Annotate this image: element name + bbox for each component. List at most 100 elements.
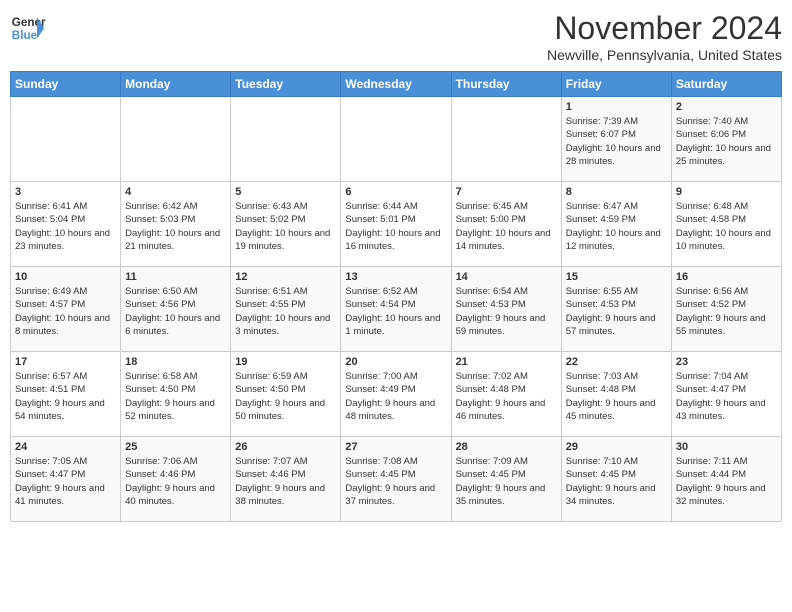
day-info: Sunrise: 7:07 AM Sunset: 4:46 PM Dayligh… (235, 455, 336, 508)
day-number: 1 (566, 101, 667, 113)
day-number: 14 (456, 271, 557, 283)
calendar-week: 1 Sunrise: 7:39 AM Sunset: 6:07 PM Daylig… (11, 97, 782, 182)
month-title: November 2024 (547, 10, 782, 47)
day-info: Sunrise: 7:06 AM Sunset: 4:46 PM Dayligh… (125, 455, 226, 508)
calendar-cell (231, 97, 341, 182)
day-info: Sunrise: 7:04 AM Sunset: 4:47 PM Dayligh… (676, 370, 777, 423)
day-info: Sunrise: 7:02 AM Sunset: 4:48 PM Dayligh… (456, 370, 557, 423)
day-info: Sunrise: 6:59 AM Sunset: 4:50 PM Dayligh… (235, 370, 336, 423)
day-number: 5 (235, 186, 336, 198)
calendar-cell: 10Sunrise: 6:49 AM Sunset: 4:57 PM Dayli… (11, 267, 121, 352)
day-number: 2 (676, 101, 777, 113)
calendar-cell: 24 Sunrise: 7:05 AM Sunset: 4:47 PM Dayli… (11, 437, 121, 522)
calendar-cell: 30 Sunrise: 7:11 AM Sunset: 4:44 PM Dayli… (671, 437, 781, 522)
day-number: 23 (676, 356, 777, 368)
calendar-table: SundayMondayTuesdayWednesdayThursdayFrid… (10, 71, 782, 522)
day-info: Sunrise: 6:57 AM Sunset: 4:51 PM Dayligh… (15, 370, 116, 423)
calendar-cell: 16 Sunrise: 6:56 AM Sunset: 4:52 PM Dayli… (671, 267, 781, 352)
day-info: Sunrise: 7:03 AM Sunset: 4:48 PM Dayligh… (566, 370, 667, 423)
day-number: 22 (566, 356, 667, 368)
calendar-week: 17Sunrise: 6:57 AM Sunset: 4:51 PM Dayli… (11, 352, 782, 437)
day-number: 16 (676, 271, 777, 283)
day-header: Wednesday (341, 72, 451, 97)
calendar-cell (341, 97, 451, 182)
day-number: 13 (345, 271, 446, 283)
day-number: 27 (345, 441, 446, 453)
calendar-cell: 26 Sunrise: 7:07 AM Sunset: 4:46 PM Dayli… (231, 437, 341, 522)
day-info: Sunrise: 7:39 AM Sunset: 6:07 PM Dayligh… (566, 115, 667, 168)
logo-icon: General Blue (10, 10, 46, 46)
day-number: 20 (345, 356, 446, 368)
day-number: 11 (125, 271, 226, 283)
day-info: Sunrise: 6:58 AM Sunset: 4:50 PM Dayligh… (125, 370, 226, 423)
day-number: 9 (676, 186, 777, 198)
day-info: Sunrise: 6:49 AM Sunset: 4:57 PM Dayligh… (15, 285, 116, 338)
day-number: 7 (456, 186, 557, 198)
calendar-cell: 15Sunrise: 6:55 AM Sunset: 4:53 PM Dayli… (561, 267, 671, 352)
calendar-body: 1 Sunrise: 7:39 AM Sunset: 6:07 PM Daylig… (11, 97, 782, 522)
calendar-cell: 23 Sunrise: 7:04 AM Sunset: 4:47 PM Dayli… (671, 352, 781, 437)
calendar-cell: 6 Sunrise: 6:44 AM Sunset: 5:01 PM Daylig… (341, 182, 451, 267)
day-number: 30 (676, 441, 777, 453)
day-info: Sunrise: 6:47 AM Sunset: 4:59 PM Dayligh… (566, 200, 667, 253)
day-header: Monday (121, 72, 231, 97)
day-number: 4 (125, 186, 226, 198)
day-number: 21 (456, 356, 557, 368)
day-info: Sunrise: 7:00 AM Sunset: 4:49 PM Dayligh… (345, 370, 446, 423)
calendar-cell: 22 Sunrise: 7:03 AM Sunset: 4:48 PM Dayli… (561, 352, 671, 437)
day-number: 18 (125, 356, 226, 368)
calendar-cell: 21 Sunrise: 7:02 AM Sunset: 4:48 PM Dayli… (451, 352, 561, 437)
calendar-cell: 12 Sunrise: 6:51 AM Sunset: 4:55 PM Dayli… (231, 267, 341, 352)
day-number: 3 (15, 186, 116, 198)
day-info: Sunrise: 7:08 AM Sunset: 4:45 PM Dayligh… (345, 455, 446, 508)
calendar-cell (451, 97, 561, 182)
day-number: 19 (235, 356, 336, 368)
day-info: Sunrise: 6:51 AM Sunset: 4:55 PM Dayligh… (235, 285, 336, 338)
calendar-cell (11, 97, 121, 182)
calendar-cell: 17Sunrise: 6:57 AM Sunset: 4:51 PM Dayli… (11, 352, 121, 437)
calendar-cell: 29Sunrise: 7:10 AM Sunset: 4:45 PM Dayli… (561, 437, 671, 522)
calendar-cell (121, 97, 231, 182)
day-info: Sunrise: 7:40 AM Sunset: 6:06 PM Dayligh… (676, 115, 777, 168)
calendar-cell: 20 Sunrise: 7:00 AM Sunset: 4:49 PM Dayli… (341, 352, 451, 437)
title-block: November 2024 Newville, Pennsylvania, Un… (547, 10, 782, 63)
calendar-cell: 28Sunrise: 7:09 AM Sunset: 4:45 PM Dayli… (451, 437, 561, 522)
calendar-cell: 5 Sunrise: 6:43 AM Sunset: 5:02 PM Daylig… (231, 182, 341, 267)
logo: General Blue (10, 10, 46, 46)
day-header: Saturday (671, 72, 781, 97)
calendar-week: 10Sunrise: 6:49 AM Sunset: 4:57 PM Dayli… (11, 267, 782, 352)
day-info: Sunrise: 6:43 AM Sunset: 5:02 PM Dayligh… (235, 200, 336, 253)
location: Newville, Pennsylvania, United States (547, 47, 782, 63)
calendar-cell: 11 Sunrise: 6:50 AM Sunset: 4:56 PM Dayli… (121, 267, 231, 352)
day-info: Sunrise: 7:05 AM Sunset: 4:47 PM Dayligh… (15, 455, 116, 508)
calendar-cell: 1 Sunrise: 7:39 AM Sunset: 6:07 PM Daylig… (561, 97, 671, 182)
day-info: Sunrise: 6:44 AM Sunset: 5:01 PM Dayligh… (345, 200, 446, 253)
day-number: 26 (235, 441, 336, 453)
day-info: Sunrise: 7:11 AM Sunset: 4:44 PM Dayligh… (676, 455, 777, 508)
day-info: Sunrise: 6:52 AM Sunset: 4:54 PM Dayligh… (345, 285, 446, 338)
day-header: Sunday (11, 72, 121, 97)
day-number: 6 (345, 186, 446, 198)
calendar-cell: 27 Sunrise: 7:08 AM Sunset: 4:45 PM Dayli… (341, 437, 451, 522)
day-info: Sunrise: 6:48 AM Sunset: 4:58 PM Dayligh… (676, 200, 777, 253)
day-info: Sunrise: 6:45 AM Sunset: 5:00 PM Dayligh… (456, 200, 557, 253)
day-header: Friday (561, 72, 671, 97)
day-number: 8 (566, 186, 667, 198)
day-header: Thursday (451, 72, 561, 97)
day-number: 24 (15, 441, 116, 453)
calendar-cell: 9 Sunrise: 6:48 AM Sunset: 4:58 PM Daylig… (671, 182, 781, 267)
calendar-cell: 18 Sunrise: 6:58 AM Sunset: 4:50 PM Dayli… (121, 352, 231, 437)
day-info: Sunrise: 6:54 AM Sunset: 4:53 PM Dayligh… (456, 285, 557, 338)
calendar-week: 3Sunrise: 6:41 AM Sunset: 5:04 PM Daylig… (11, 182, 782, 267)
day-info: Sunrise: 6:50 AM Sunset: 4:56 PM Dayligh… (125, 285, 226, 338)
day-info: Sunrise: 6:56 AM Sunset: 4:52 PM Dayligh… (676, 285, 777, 338)
calendar-cell: 4 Sunrise: 6:42 AM Sunset: 5:03 PM Daylig… (121, 182, 231, 267)
day-info: Sunrise: 6:55 AM Sunset: 4:53 PM Dayligh… (566, 285, 667, 338)
calendar-cell: 2 Sunrise: 7:40 AM Sunset: 6:06 PM Daylig… (671, 97, 781, 182)
calendar-cell: 14 Sunrise: 6:54 AM Sunset: 4:53 PM Dayli… (451, 267, 561, 352)
day-info: Sunrise: 6:42 AM Sunset: 5:03 PM Dayligh… (125, 200, 226, 253)
svg-text:Blue: Blue (12, 29, 38, 42)
day-info: Sunrise: 7:09 AM Sunset: 4:45 PM Dayligh… (456, 455, 557, 508)
day-number: 12 (235, 271, 336, 283)
day-number: 25 (125, 441, 226, 453)
